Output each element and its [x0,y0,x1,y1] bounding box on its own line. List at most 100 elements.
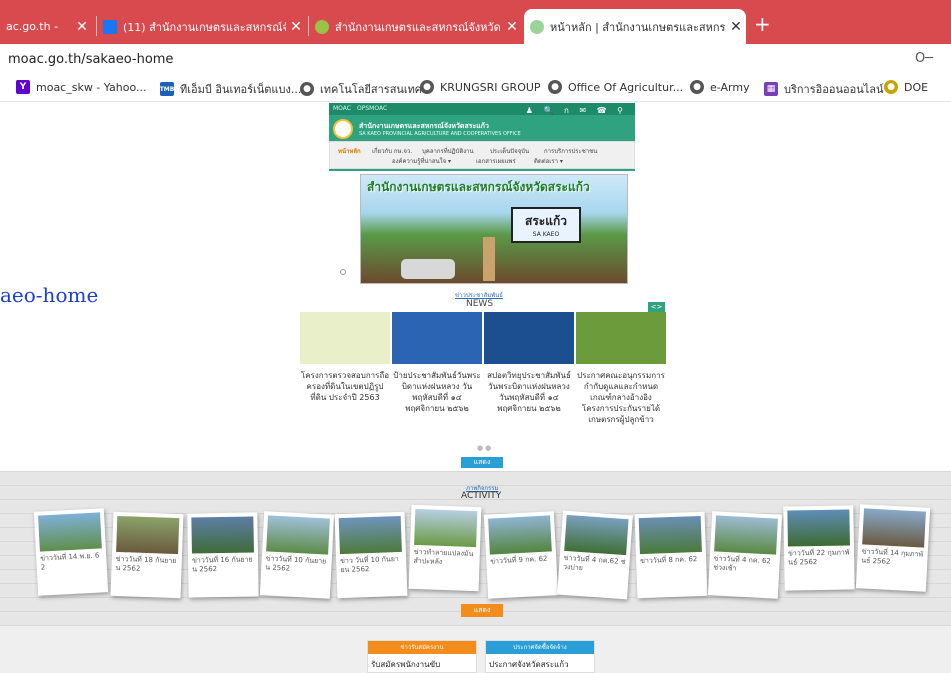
opsmoac-link[interactable]: OPSMOAC [357,105,387,112]
activity-caption: ข่าววันที่ 18 กันยายน 2562 [115,554,177,573]
activity-card[interactable]: ข่าววันที่ 4 กค.62 ช่วงบ่าย [557,510,633,600]
activity-photo [338,515,402,555]
new-tab-button[interactable]: + [754,12,771,36]
news-thumbnail [300,312,390,364]
activity-card[interactable]: ข่าววันที่ 10 กันยายน 2562 [259,511,335,599]
activity-more-button[interactable]: แสดง [461,604,503,617]
sign-text-th: สระแก้ว [525,214,567,228]
doe-icon: ● [884,80,898,94]
nav-services[interactable]: การบริการประชาชน [544,146,597,156]
yahoo-icon: Y [16,80,30,94]
activity-photo [116,515,180,555]
org-name-en: SA KAEO PROVINCIAL AGRICULTURE AND COOPE… [359,131,521,137]
close-icon[interactable]: ✕ [72,19,92,35]
bookmark-label: ทีเอ็มบี อินเทอร์เน็ตแบง... [180,83,302,96]
activity-photo [191,516,254,554]
activity-photo [638,515,702,555]
bookmark-label: DOE [904,80,929,94]
activity-caption: ข่าววันที่ 14 กุมภาพันธ์ 2562 [861,547,924,566]
globe-icon: ● [420,80,434,94]
address-bar: moac.go.th/sakaeo-home O─ [0,44,951,74]
news-item[interactable]: ป้ายประชาสัมพันธ์วันพระบิดาแห่งฝนหลวง วั… [392,312,482,414]
tab-title: (11) สำนักงานเกษตรและสหกรณ์จังหวั [123,20,286,34]
activity-caption: ข่าวทำลายแปลงมันสำปะหลัง [413,547,474,566]
news-item[interactable]: ประกาศคณะอนุกรรมการกำกับดูแลและกำหนดเกณฑ… [576,312,666,425]
site-header: MOAC OPSMOAC ♟ 🔍 ก ✉ ☎ ⚲ สำนักงานเกษตรแล… [329,103,635,171]
bookmark-label: Office Of Agricultur... [568,80,684,94]
news-item[interactable]: โครงการตรวจสอบการถือครองที่ดินในเขตปฏิรู… [300,312,390,403]
activity-caption: ข่าววันที่ 4 กค.62 ช่วงบ่าย [562,553,626,573]
panel-header[interactable]: ประกาศจัดซื้อจัดจ้าง [486,641,594,654]
activity-photo [488,515,552,555]
news-thumbnail [484,312,574,364]
banner-title: สำนักงานเกษตรและสหกรณ์จังหวัดสระแก้ว [367,180,590,194]
activity-card[interactable]: ข่าววันที่ 8 กค. 62 [634,511,708,599]
top-strip: MOAC OPSMOAC ♟ 🔍 ก ✉ ☎ ⚲ [329,103,635,115]
close-icon[interactable]: ✕ [502,19,522,35]
banner-pager-dot[interactable] [340,269,346,275]
bookmark-label: moac_skw - Yahoo... [36,80,147,94]
nav-about[interactable]: เกี่ยวกับ กษ.จว. [372,146,412,156]
news-pager-dots[interactable]: ●● [477,444,493,452]
nav-knowledge[interactable]: องค์ความรู้ที่น่าสนใจ ▾ [392,156,451,166]
tab-title: สำนักงานเกษตรและสหกรณ์จังหวัด | ห [335,20,502,34]
activity-caption: ข่าววันที่ 14 พ.ย. 62 [40,551,100,572]
activity-caption: ข่าววันที่ 8 กค. 62 [640,555,698,566]
url-field[interactable]: moac.go.th/sakaeo-home [8,52,173,67]
tab-2[interactable]: (11) สำนักงานเกษตรและสหกรณ์จังหวั ✕ [97,9,306,44]
panel-header[interactable]: ข่าวรับสมัครงาน [368,641,476,654]
key-icon[interactable]: O─ [915,51,933,66]
activity-card[interactable]: ข่าวทำลายแปลงมันสำปะหลัง [408,504,482,592]
bookmark-it[interactable]: ● เทคโนโลยีสารสนเทศ [300,80,422,98]
activity-card[interactable]: ข่าววันที่ 4 กค. 62 ช่วงเช้า [707,511,783,599]
activity-card[interactable]: ข่าววันที่ 18 กันยายน 2562 [110,511,184,599]
hero-banner[interactable]: สำนักงานเกษตรและสหกรณ์จังหวัดสระแก้ว สระ… [360,174,628,284]
tab-title: ac.go.th - [6,20,59,33]
activity-caption: ข่าววันที่ 9 กค. 62 [490,554,548,566]
news-caption: โครงการตรวจสอบการถือครองที่ดินในเขตปฏิรู… [300,371,390,402]
close-icon[interactable]: ✕ [726,19,746,35]
nav-contact[interactable]: ติดต่อเรา ▾ [534,156,563,166]
header-tool-icons[interactable]: ♟ 🔍 ก ✉ ☎ ⚲ [526,104,627,117]
nav-documents[interactable]: เอกสารเผยแพร่ [476,156,516,166]
activity-card[interactable]: ข่าววันที่ 22 กุมภาพันธ์ 2562 [783,505,855,591]
nav-staff[interactable]: บุคลากรที่ปฏิบัติงาน [422,146,474,156]
clock-tower [483,237,495,281]
sakaeo-sign: สระแก้ว SA KAEO [511,207,581,243]
tab-4[interactable]: หน้าหลัก | สำนักงานเกษตรและสหกรณ์ ✕ [524,9,746,44]
site-favicon-icon [315,19,329,34]
bookmark-yahoo[interactable]: Y moac_skw - Yahoo... [16,80,146,94]
bookmark-office[interactable]: ● Office Of Agricultur... [548,80,683,94]
bookmark-aeon[interactable]: ▦ บริการอิออนออนไลน์ [764,80,884,98]
panel-item[interactable]: ประกาศจังหวัดสระแก้ว [489,658,594,671]
news-thumbnail [576,312,666,364]
news-item[interactable]: สปอตวิทยุประชาสัมพันธ์วันพระบิดาแห่งฝนหล… [484,312,574,414]
activity-card[interactable]: ข่าววันที่ 16 กันยายน 2562 [187,512,259,598]
globe-icon: ● [690,80,704,94]
office-logo [333,119,353,139]
bookmark-tmb[interactable]: TMB ทีเอ็มบี อินเทอร์เน็ตแบง... [160,80,301,98]
news-more-button[interactable]: แสดง [461,457,503,468]
main-nav: หน้าหลัก เกี่ยวกับ กษ.จว. บุคลากรที่ปฏิบ… [329,141,635,169]
browser-tab-strip: ac.go.th - ✕ (11) สำนักงานเกษตรและสหกรณ์… [0,0,951,44]
moac-link[interactable]: MOAC [333,105,351,112]
tab-3[interactable]: สำนักงานเกษตรและสหกรณ์จังหวัด | ห ✕ [309,9,522,44]
close-icon[interactable]: ✕ [286,19,306,35]
bookmark-krungsri[interactable]: ● KRUNGSRI GROUP [420,80,541,94]
sign-text-en: SA KAEO [532,231,560,238]
bookmark-doe[interactable]: ● DOE [884,80,928,94]
activity-card[interactable]: ข่าววันที่ 14 พ.ย. 62 [33,508,109,596]
nav-current[interactable]: ประเด็นปัจจุบัน [490,146,529,156]
globe-icon: ● [548,80,562,94]
panel-item[interactable]: รับสมัครพนักงานขับ [371,658,476,671]
activity-photo [414,508,478,548]
tab-1[interactable]: ac.go.th - ✕ [0,9,92,44]
jobs-panel: ข่าวรับสมัครงาน รับสมัครพนักงานขับ [367,640,477,673]
activity-card[interactable]: ข่าววันที่ 9 กค. 62 [483,511,559,599]
activity-card[interactable]: ข่าว วันที่ 10 กันยายน 2562 [334,511,408,599]
nav-home[interactable]: หน้าหลัก [338,146,361,156]
underlying-page-text: aeo-home [0,283,99,307]
bookmark-earmy[interactable]: ● e-Army [690,80,750,94]
site-favicon-icon [530,19,544,34]
activity-card[interactable]: ข่าววันที่ 14 กุมภาพันธ์ 2562 [855,504,931,592]
